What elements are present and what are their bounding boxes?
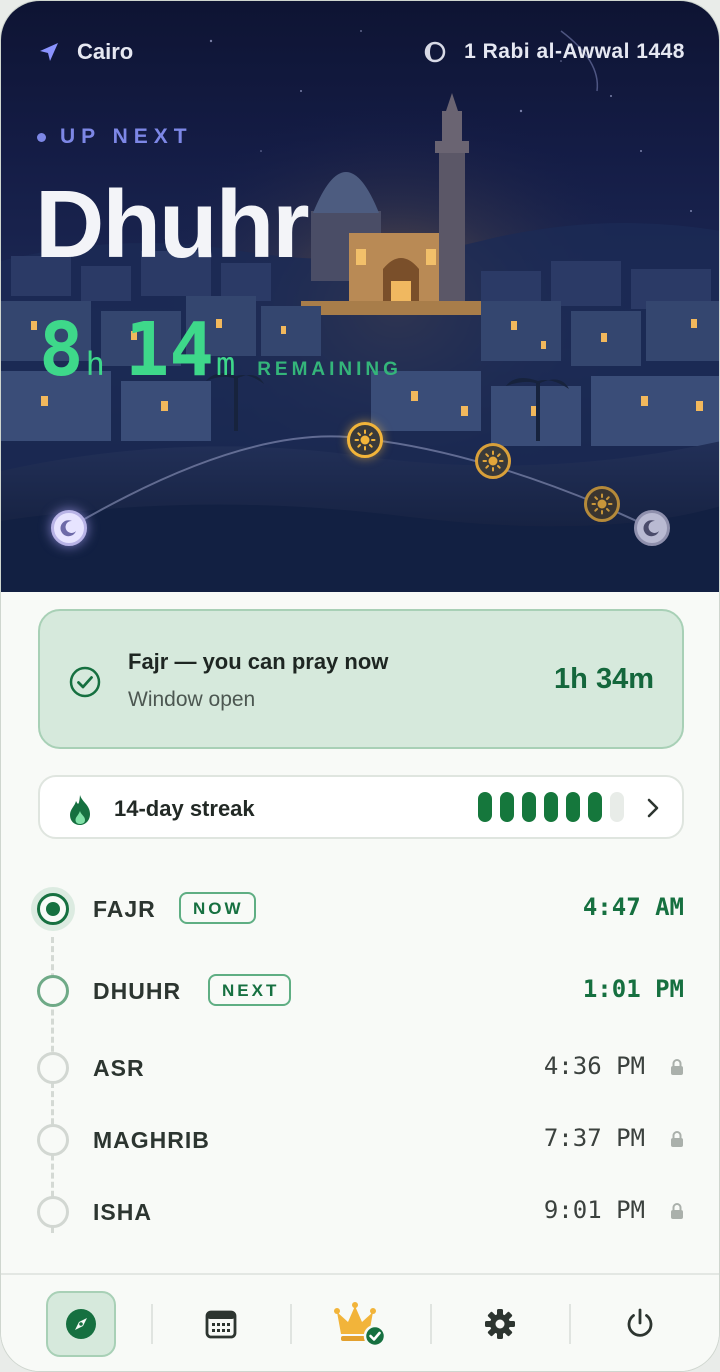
moon-marker-end (634, 510, 670, 546)
nav-divider (430, 1304, 432, 1344)
location-arrow-icon (40, 43, 58, 61)
prayer-time: 7:37 PM (543, 1124, 645, 1152)
nav-premium[interactable] (326, 1291, 396, 1357)
location-button[interactable]: Cairo (37, 39, 133, 65)
current-indicator (37, 893, 69, 925)
prayer-name: MAGHRIB (93, 1127, 210, 1153)
streak-card[interactable]: 14-day streak (38, 775, 684, 839)
power-icon (627, 1308, 653, 1337)
pending-indicator (37, 1196, 69, 1228)
countdown: 8 h 14 m REMAINING (39, 313, 402, 387)
prayer-time: 9:01 PM (543, 1196, 645, 1224)
nav-settings[interactable] (465, 1291, 535, 1357)
countdown-hours: 8 (39, 307, 84, 393)
prayer-app: Cairo 1 Rabi al-Awwal 1448 UP NEXT Dhuhr… (0, 0, 720, 1372)
up-next-label: UP NEXT (37, 125, 193, 149)
lock-icon (671, 1203, 683, 1219)
sun-marker-maghrib (584, 486, 620, 522)
prayer-row-dhuhr[interactable]: DHUHR NEXT 1:01 PM (1, 963, 719, 1019)
flame-icon (70, 795, 90, 825)
compass-icon (66, 1309, 96, 1339)
check-circle-icon (69, 666, 101, 698)
lock-icon (671, 1059, 683, 1075)
hero-panel: Cairo 1 Rabi al-Awwal 1448 UP NEXT Dhuhr… (1, 1, 719, 592)
nav-divider (569, 1304, 571, 1344)
streak-day-bar (588, 792, 602, 822)
sun-icon (354, 429, 376, 451)
window-subtitle: Window open (128, 688, 256, 711)
status-dot (37, 132, 46, 142)
streak-day-bar (500, 792, 514, 822)
window-time-left: 1h 34m (554, 663, 654, 695)
countdown-hours-unit: h (85, 345, 105, 383)
prayer-row-maghrib[interactable]: MAGHRIB 7:37 PM (1, 1112, 719, 1168)
streak-day-bar (544, 792, 558, 822)
prayer-time: 4:36 PM (543, 1052, 645, 1080)
top-bar: Cairo 1 Rabi al-Awwal 1448 (37, 37, 685, 67)
streak-day-bar (478, 792, 492, 822)
pending-indicator (37, 1052, 69, 1084)
remaining-label: REMAINING (257, 359, 402, 380)
hijri-date: 1 Rabi al-Awwal 1448 (424, 40, 685, 64)
chevron-right-icon (647, 798, 659, 818)
sun-icon (591, 493, 613, 515)
streak-day-bar (522, 792, 536, 822)
prayer-name: ISHA (93, 1199, 152, 1225)
gear-icon (485, 1309, 515, 1339)
prayer-name: ASR (93, 1055, 145, 1081)
prayer-row-fajr[interactable]: FAJR NOW 4:47 AM (1, 881, 719, 937)
window-title: Fajr — you can pray now (128, 649, 389, 674)
sun-marker-asr (475, 443, 511, 479)
hijri-date-label: 1 Rabi al-Awwal 1448 (464, 40, 685, 63)
location-label: Cairo (77, 39, 134, 64)
countdown-minutes-unit: m (215, 345, 236, 383)
moon-icon (60, 520, 76, 537)
next-badge: NEXT (208, 974, 292, 1006)
up-next-text: UP NEXT (60, 125, 193, 148)
moon-icon (643, 520, 659, 537)
sun-marker-dhuhr (347, 422, 383, 458)
streak-day-bar (610, 792, 624, 822)
prayer-row-isha[interactable]: ISHA 9:01 PM (1, 1184, 719, 1240)
next-indicator (37, 975, 69, 1007)
nav-calendar[interactable] (186, 1291, 256, 1357)
bottom-nav (1, 1273, 719, 1371)
moon-marker-start (51, 510, 87, 546)
sun-icon (482, 450, 504, 472)
window-open-card[interactable]: Fajr — you can pray now Window open 1h 3… (38, 609, 684, 749)
moon-phase-icon (424, 41, 446, 63)
calendar-icon (205, 1310, 237, 1339)
now-badge: NOW (179, 892, 256, 924)
prayer-name: FAJR (93, 896, 156, 922)
prayer-name: DHUHR (93, 978, 182, 1004)
nav-power[interactable] (605, 1291, 675, 1357)
crown-icon (334, 1302, 387, 1348)
streak-day-bar (566, 792, 580, 822)
prayer-time: 4:47 AM (582, 893, 684, 921)
streak-progress (478, 792, 624, 822)
pending-indicator (37, 1124, 69, 1156)
lock-icon (671, 1131, 683, 1147)
nav-today[interactable] (46, 1291, 116, 1357)
next-prayer-name: Dhuhr (35, 171, 310, 278)
nav-divider (290, 1304, 292, 1344)
streak-label: 14-day streak (114, 796, 255, 821)
nav-divider (151, 1304, 153, 1344)
prayer-time: 1:01 PM (582, 975, 684, 1003)
prayer-row-asr[interactable]: ASR 4:36 PM (1, 1040, 719, 1096)
countdown-minutes: 14 (124, 307, 214, 393)
